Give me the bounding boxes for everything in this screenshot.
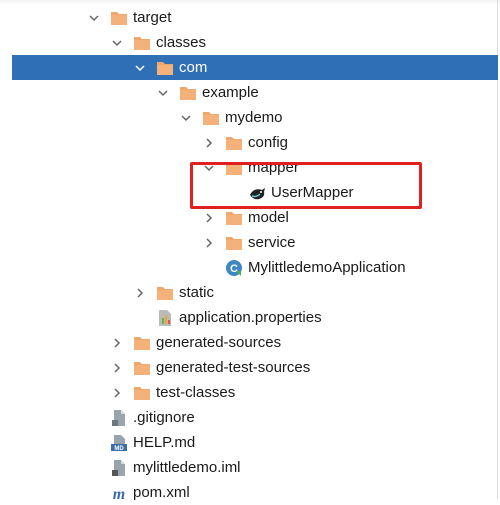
properties-file-icon <box>156 309 174 327</box>
chevron-down-icon[interactable] <box>134 62 146 74</box>
java-class-icon: C <box>225 259 243 277</box>
chevron-down-icon[interactable] <box>88 12 100 24</box>
tree-item-label: pom.xml <box>133 484 190 501</box>
highlight-box <box>190 162 422 209</box>
tree-item-target[interactable]: target <box>12 5 498 30</box>
folder-icon <box>179 84 197 102</box>
chevron-down-icon[interactable] <box>180 112 192 124</box>
tree-item-label: target <box>133 9 172 26</box>
chevron-down-icon[interactable] <box>111 37 123 49</box>
svg-text:m: m <box>113 486 125 502</box>
chevron-right-icon[interactable] <box>111 337 123 349</box>
tree-item-classes[interactable]: classes <box>12 30 498 55</box>
tree-item-mydemo[interactable]: mydemo <box>12 105 498 130</box>
tree-item-example[interactable]: example <box>12 80 498 105</box>
tree-item-pom-xml[interactable]: m pom.xml <box>12 480 498 505</box>
tree-item-test-classes[interactable]: test-classes <box>12 380 498 405</box>
folder-icon <box>156 284 174 302</box>
folder-icon <box>225 134 243 152</box>
folder-icon <box>133 384 151 402</box>
tree-item-label: generated-sources <box>156 334 282 351</box>
chevron-right-icon[interactable] <box>134 287 146 299</box>
project-tree: target classes com example mydemo config mappe… <box>0 0 500 502</box>
svg-text:MD: MD <box>114 446 124 452</box>
tree-item-mylittledemo-iml[interactable]: mylittledemo.iml <box>12 455 498 480</box>
tree-item-label: application.properties <box>179 309 322 326</box>
tree-item-config[interactable]: config <box>12 130 498 155</box>
tree-item-label: static <box>179 284 215 301</box>
folder-icon <box>156 59 174 77</box>
svg-text:C: C <box>230 263 238 275</box>
folder-icon <box>202 109 220 127</box>
folder-icon <box>225 234 243 252</box>
tree-item-mylittledemoapplication[interactable]: C MylittledemoApplication <box>12 255 498 280</box>
tree-item-label: config <box>248 134 289 151</box>
tree-item-label: generated-test-sources <box>156 359 311 376</box>
chevron-down-icon[interactable] <box>157 87 169 99</box>
folder-icon <box>110 9 128 27</box>
tree-item-help-md[interactable]: MD HELP.md <box>12 430 498 455</box>
tree-item-label: mydemo <box>225 109 283 126</box>
tree-item-service[interactable]: service <box>12 230 498 255</box>
chevron-right-icon[interactable] <box>111 387 123 399</box>
tree-item-label: MylittledemoApplication <box>248 259 406 276</box>
tree-item-label: test-classes <box>156 384 236 401</box>
chevron-right-icon[interactable] <box>203 237 215 249</box>
folder-icon <box>133 34 151 52</box>
tree-item-application-properties[interactable]: application.properties <box>12 305 498 330</box>
gitignore-file-icon <box>110 409 128 427</box>
tree-item-gitignore[interactable]: .gitignore <box>12 405 498 430</box>
tree-item-label: example <box>202 84 259 101</box>
markdown-file-icon: MD <box>110 434 128 452</box>
tree-item-label: service <box>248 234 296 251</box>
tree-item-static[interactable]: static <box>12 280 498 305</box>
tree-item-label: mylittledemo.iml <box>133 459 241 476</box>
tree-item-generated-sources[interactable]: generated-sources <box>12 330 498 355</box>
chevron-right-icon[interactable] <box>111 362 123 374</box>
chevron-right-icon[interactable] <box>203 212 215 224</box>
folder-icon <box>133 359 151 377</box>
tree-item-label: classes <box>156 34 207 51</box>
iml-file-icon <box>110 459 128 477</box>
folder-icon <box>133 334 151 352</box>
folder-icon <box>225 209 243 227</box>
tree-item-label: .gitignore <box>133 409 195 426</box>
chevron-right-icon[interactable] <box>203 137 215 149</box>
tree-item-generated-test-sources[interactable]: generated-test-sources <box>12 355 498 380</box>
tree-item-label: com <box>179 59 208 76</box>
tree-item-label: HELP.md <box>133 434 196 451</box>
tree-item-com[interactable]: com <box>12 55 498 80</box>
